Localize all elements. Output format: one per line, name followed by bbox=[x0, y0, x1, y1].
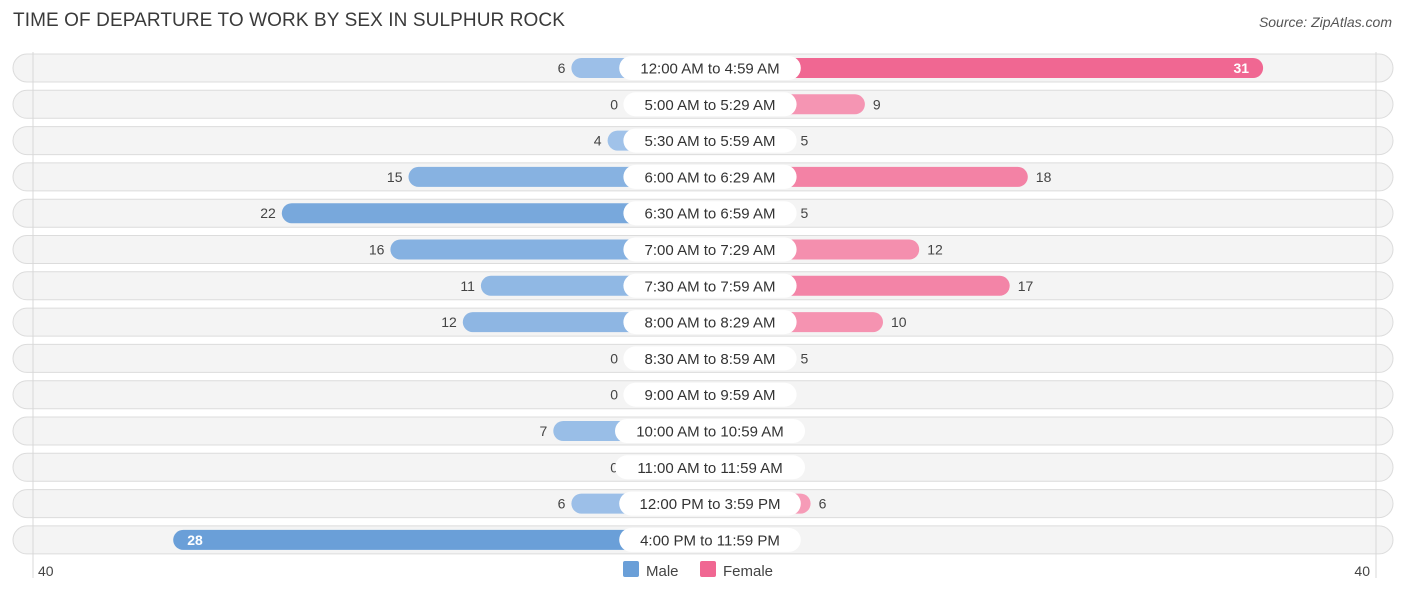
chart-row: 16 12 7:00 AM to 7:29 AM bbox=[12, 235, 1394, 264]
chart-row: 15 18 6:00 AM to 6:29 AM bbox=[12, 162, 1394, 192]
chart-row: 11 17 7:30 AM to 7:59 AM bbox=[12, 271, 1394, 301]
chart-row: 6 6 12:00 PM to 3:59 PM bbox=[12, 489, 1394, 519]
rows-layer: 6 31 12:00 AM to 4:59 AM 0 9 5:00 AM to 5:29 … bbox=[12, 53, 1394, 555]
value-label-male: 11 bbox=[460, 278, 475, 294]
chart-row: 6 31 12:00 AM to 4:59 AM bbox=[12, 53, 1394, 83]
category-label: 10:00 AM to 10:59 AM bbox=[636, 424, 784, 441]
category-label: 12:00 AM to 4:59 AM bbox=[640, 61, 779, 78]
value-label-female: 5 bbox=[801, 133, 809, 149]
chart-row: 4 5 5:30 AM to 5:59 AM bbox=[12, 126, 1394, 156]
value-label-male: 12 bbox=[441, 314, 457, 330]
category-label: 9:00 AM to 9:59 AM bbox=[645, 387, 776, 404]
value-label-male: 4 bbox=[594, 133, 602, 149]
category-label: 5:00 AM to 5:29 AM bbox=[645, 97, 776, 114]
category-label: 12:00 PM to 3:59 PM bbox=[640, 496, 781, 513]
value-label-male: 0 bbox=[610, 96, 618, 112]
chart-canvas: 6 31 12:00 AM to 4:59 AM 0 9 5:00 AM to 5:29 … bbox=[12, 52, 1394, 580]
value-label-female: 18 bbox=[1036, 169, 1052, 185]
chart-row: 2844:00 PM to 11:59 PM bbox=[12, 525, 1394, 555]
category-label: 8:30 AM to 8:59 AM bbox=[645, 351, 776, 368]
chart-row: 0 5 8:30 AM to 8:59 AM bbox=[12, 343, 1394, 373]
axis-label-right: 40 bbox=[1354, 563, 1370, 579]
value-label-female: 5 bbox=[801, 205, 809, 221]
chart-row: 039:00 AM to 9:59 AM bbox=[12, 380, 1394, 410]
value-label-male: 15 bbox=[387, 169, 403, 185]
legend-label-female: Female bbox=[723, 563, 773, 580]
category-label: 5:30 AM to 5:59 AM bbox=[645, 133, 776, 150]
value-label-female: 17 bbox=[1018, 278, 1034, 294]
chart-row: 22 5 6:30 AM to 6:59 AM bbox=[12, 198, 1394, 228]
legend-swatch-male bbox=[623, 561, 639, 577]
chart-row: 0 9 5:00 AM to 5:29 AM bbox=[12, 89, 1394, 119]
value-label-male: 28 bbox=[187, 532, 203, 548]
value-label-male: 22 bbox=[260, 205, 276, 221]
value-label-male: 7 bbox=[540, 423, 548, 439]
value-label-female: 10 bbox=[891, 314, 907, 330]
value-label-female: 6 bbox=[819, 496, 827, 512]
value-label-male: 6 bbox=[558, 60, 566, 76]
chart-row: 0211:00 AM to 11:59 AM bbox=[12, 452, 1394, 482]
category-label: 6:00 AM to 6:29 AM bbox=[645, 169, 776, 186]
legend-swatch-female bbox=[700, 561, 716, 577]
category-label: 4:00 PM to 11:59 PM bbox=[640, 532, 780, 549]
category-label: 8:00 AM to 8:29 AM bbox=[645, 315, 776, 332]
category-label: 7:30 AM to 7:59 AM bbox=[645, 278, 776, 295]
value-label-female: 12 bbox=[927, 242, 943, 258]
category-label: 11:00 AM to 11:59 AM bbox=[637, 460, 782, 477]
value-label-female: 31 bbox=[1234, 60, 1250, 76]
value-label-male: 6 bbox=[558, 496, 566, 512]
category-label: 7:00 AM to 7:29 AM bbox=[645, 242, 776, 259]
value-label-female: 5 bbox=[801, 350, 809, 366]
legend: Male Female bbox=[623, 561, 773, 580]
category-label: 6:30 AM to 6:59 AM bbox=[645, 206, 776, 223]
value-label-female: 9 bbox=[873, 96, 881, 112]
value-label-male: 0 bbox=[610, 387, 618, 403]
chart-row: 7010:00 AM to 10:59 AM bbox=[12, 416, 1394, 446]
value-label-male: 0 bbox=[610, 350, 618, 366]
value-label-male: 16 bbox=[369, 242, 385, 258]
legend-label-male: Male bbox=[646, 563, 679, 580]
axis-label-left: 40 bbox=[38, 563, 54, 579]
chart-row: 12 10 8:00 AM to 8:29 AM bbox=[12, 307, 1394, 337]
